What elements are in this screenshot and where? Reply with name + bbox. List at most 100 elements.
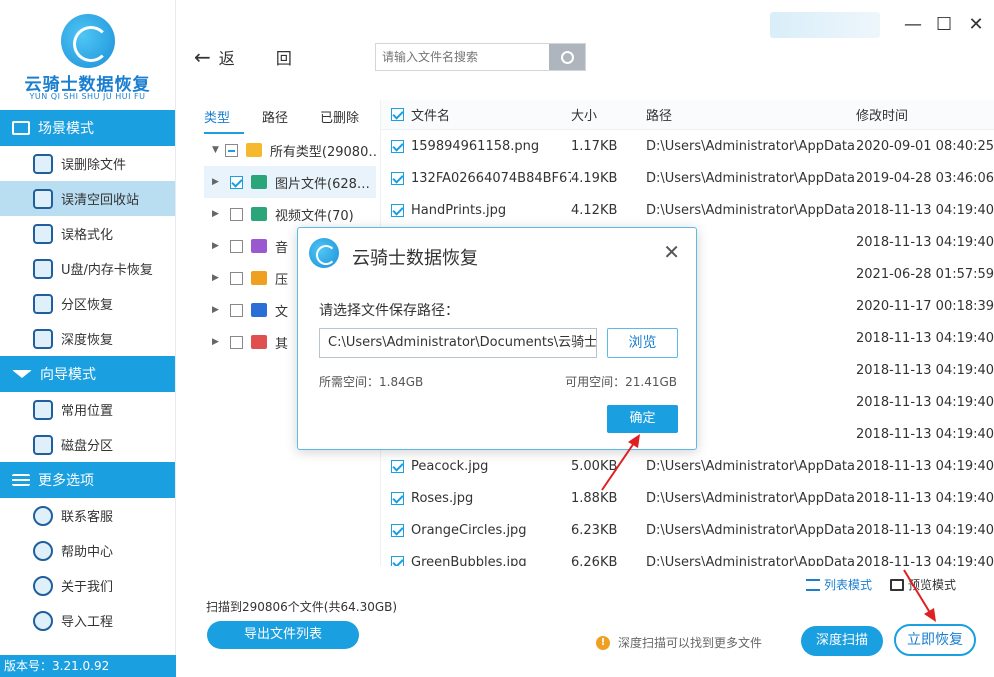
list-mode-button[interactable]: 列表模式 bbox=[806, 576, 872, 593]
maximize-icon[interactable]: ☐ bbox=[936, 16, 952, 34]
screen-icon bbox=[12, 121, 30, 135]
cell-name: GreenBubbles.jpg bbox=[411, 554, 527, 567]
caret-right-icon[interactable]: ▶ bbox=[212, 337, 224, 347]
table-row[interactable]: 159894961158.png 1.17KB D:\Users\Administr… bbox=[381, 130, 994, 162]
sidebar-item-label: 深度恢复 bbox=[61, 333, 114, 348]
caret-right-icon[interactable]: ▶ bbox=[212, 209, 224, 219]
caret-right-icon[interactable]: ▶ bbox=[212, 177, 224, 187]
back-button[interactable]: ← 返 回 bbox=[194, 45, 310, 69]
deep-scan-button[interactable]: 深度扫描 bbox=[801, 626, 883, 656]
search-input[interactable] bbox=[376, 44, 549, 70]
sidebar-item[interactable]: 误删除文件 bbox=[0, 146, 175, 181]
back-label: 返 回 bbox=[218, 49, 310, 68]
tab-type[interactable]: 类型 bbox=[204, 107, 244, 134]
tree-checkbox[interactable] bbox=[230, 335, 243, 349]
tree-node[interactable]: ▼ 所有类型(29080… bbox=[204, 134, 376, 166]
cell-path: D:\Users\Administrator\AppData... bbox=[646, 554, 856, 567]
preview-mode-button[interactable]: 预览模式 bbox=[890, 576, 956, 593]
table-row[interactable]: OrangeCircles.jpg 6.23KB D:\Users\Administ… bbox=[381, 514, 994, 546]
cell-date: 2018-11-13 04:19:40 bbox=[856, 490, 994, 506]
tree-node-label: 视频文件(70) bbox=[275, 208, 354, 224]
cell-name: Roses.jpg bbox=[411, 490, 474, 506]
row-checkbox[interactable] bbox=[391, 491, 404, 505]
header-date[interactable]: 修改时间 bbox=[856, 105, 986, 124]
caret-right-icon[interactable]: ▶ bbox=[212, 305, 224, 315]
row-checkbox[interactable] bbox=[391, 459, 404, 473]
tree-checkbox[interactable] bbox=[230, 175, 243, 189]
grid-icon bbox=[890, 578, 905, 591]
header-path[interactable]: 路径 bbox=[646, 105, 856, 124]
sidebar-item[interactable]: 误清空回收站 bbox=[0, 181, 175, 216]
sidebar-item[interactable]: 帮助中心 bbox=[0, 533, 175, 568]
table-header: 文件名 大小 路径 修改时间 bbox=[381, 100, 994, 130]
format-icon bbox=[33, 223, 53, 244]
recover-now-button[interactable]: 立即恢复 bbox=[894, 624, 976, 656]
export-list-button[interactable]: 导出文件列表 bbox=[207, 621, 359, 649]
knight-logo-icon bbox=[61, 14, 115, 68]
row-checkbox[interactable] bbox=[391, 139, 404, 153]
caret-down-icon[interactable]: ▼ bbox=[212, 145, 219, 155]
close-icon[interactable]: ✕ bbox=[968, 16, 984, 34]
sidebar-item[interactable]: 导入工程 bbox=[0, 603, 175, 638]
row-checkbox[interactable] bbox=[391, 555, 404, 566]
header-size[interactable]: 大小 bbox=[571, 105, 646, 124]
caret-right-icon[interactable]: ▶ bbox=[212, 273, 224, 283]
row-checkbox[interactable] bbox=[391, 523, 404, 537]
sidebar-item[interactable]: 误格式化 bbox=[0, 216, 175, 251]
tab-path[interactable]: 路径 bbox=[262, 107, 320, 134]
cell-path: D:\Users\Administrator\AppData... bbox=[646, 170, 856, 186]
cell-name: 132FA02664074B84BF67... bbox=[411, 170, 571, 186]
table-row[interactable]: Peacock.jpg 5.00KB D:\Users\Administrator\… bbox=[381, 450, 994, 482]
file-search-icon bbox=[33, 153, 53, 174]
view-modes: 列表模式 预览模式 bbox=[806, 576, 956, 593]
app-logo: 云骑士数据恢复 YUN QI SHI SHU JU HUI FU bbox=[0, 0, 175, 110]
table-row[interactable]: GreenBubbles.jpg 6.26KB D:\Users\Administr… bbox=[381, 546, 994, 566]
dialog-close-icon[interactable]: ✕ bbox=[663, 240, 680, 264]
sidebar-item[interactable]: 分区恢复 bbox=[0, 286, 175, 321]
section-header: 向导模式 bbox=[0, 356, 175, 392]
header-name[interactable]: 文件名 bbox=[411, 105, 571, 124]
save-path-field[interactable]: C:\Users\Administrator\Documents\云骑士\ bbox=[319, 328, 597, 358]
sidebar-item[interactable]: 磁盘分区 bbox=[0, 427, 175, 462]
tree-checkbox[interactable] bbox=[230, 207, 243, 221]
ok-button[interactable]: 确定 bbox=[607, 405, 678, 433]
browse-button[interactable]: 浏览 bbox=[607, 328, 678, 358]
table-row[interactable]: HandPrints.jpg 4.12KB D:\Users\Administrat… bbox=[381, 194, 994, 226]
account-badge[interactable] bbox=[770, 12, 880, 38]
search-button[interactable] bbox=[549, 44, 585, 70]
row-checkbox[interactable] bbox=[391, 171, 404, 185]
table-row[interactable]: Roses.jpg 1.88KB D:\Users\Administrator\Ap… bbox=[381, 482, 994, 514]
sidebar-item-label: 常用位置 bbox=[61, 404, 114, 419]
cell-path: D:\Users\Administrator\AppData... bbox=[646, 202, 856, 218]
tree-node-label: 压 bbox=[275, 272, 289, 288]
tree-node[interactable]: ▶ 视频文件(70) bbox=[204, 198, 376, 230]
cell-size: 6.23KB bbox=[571, 522, 618, 538]
tree-checkbox[interactable] bbox=[230, 303, 243, 317]
tree-checkbox[interactable] bbox=[230, 239, 243, 253]
usb-icon bbox=[33, 258, 53, 279]
dialog-prompt: 请选择文件保存路径： bbox=[319, 303, 459, 319]
select-all-checkbox[interactable] bbox=[391, 108, 404, 121]
help-icon bbox=[33, 540, 53, 561]
minimize-icon[interactable]: — bbox=[904, 16, 922, 34]
available-space: 可用空间：21.41GB bbox=[565, 375, 677, 389]
sidebar-item[interactable]: 关于我们 bbox=[0, 568, 175, 603]
warning-icon: ! bbox=[596, 635, 610, 650]
file-type-icon bbox=[251, 335, 267, 349]
cell-size: 1.17KB bbox=[571, 138, 618, 154]
table-row[interactable]: 132FA02664074B84BF67... 4.19KB D:\Users\Ad… bbox=[381, 162, 994, 194]
section-header: 场景模式 bbox=[0, 110, 175, 146]
tree-node[interactable]: ▶ 图片文件(628… bbox=[204, 166, 376, 198]
sidebar-item[interactable]: U盘/内存卡恢复 bbox=[0, 251, 175, 286]
deep-recover-icon bbox=[33, 328, 53, 349]
caret-right-icon[interactable]: ▶ bbox=[212, 241, 224, 251]
tree-node-label: 音 bbox=[275, 240, 289, 256]
cell-name: Peacock.jpg bbox=[411, 458, 489, 474]
tree-checkbox[interactable] bbox=[230, 271, 243, 285]
tab-deleted[interactable]: 已删除 bbox=[320, 107, 378, 134]
sidebar-item[interactable]: 常用位置 bbox=[0, 392, 175, 427]
sidebar-item[interactable]: 联系客服 bbox=[0, 498, 175, 533]
tree-checkbox[interactable] bbox=[224, 143, 238, 157]
sidebar-item[interactable]: 深度恢复 bbox=[0, 321, 175, 356]
row-checkbox[interactable] bbox=[391, 203, 404, 217]
